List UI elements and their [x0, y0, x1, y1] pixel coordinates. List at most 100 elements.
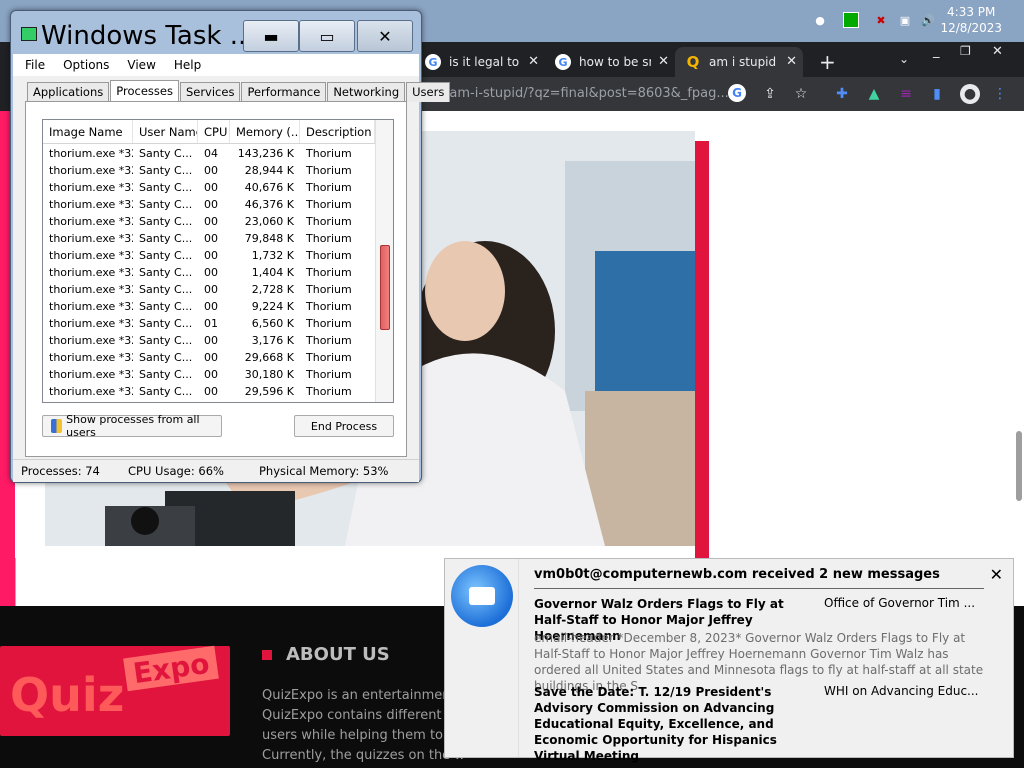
- google-lens-icon[interactable]: G: [728, 84, 746, 102]
- cell-memory: 2,728 K: [251, 283, 294, 296]
- cell-memory: 6,560 K: [251, 317, 294, 330]
- column-cpu[interactable]: CPU: [198, 120, 230, 143]
- table-row[interactable]: thorium.exe *32 Santy C... 00 40,676 K Thori…: [43, 179, 375, 196]
- column-image-name[interactable]: Image Name: [43, 120, 133, 143]
- table-row[interactable]: thorium.exe *32 Santy C... 00 29,668 K Thori…: [43, 349, 375, 366]
- cell-image-name: thorium.exe *32: [49, 300, 133, 313]
- status-bar: Processes: 74 CPU Usage: 66% Physical Me…: [13, 459, 419, 481]
- cell-user-name: Santy C...: [139, 232, 193, 245]
- close-tab-icon[interactable]: ✕: [786, 54, 797, 69]
- menu-bar: File Options View Help: [13, 54, 419, 76]
- cell-image-name: thorium.exe *32: [49, 283, 133, 296]
- cell-user-name: Santy C...: [139, 317, 193, 330]
- network-icon[interactable]: ▣: [897, 12, 913, 28]
- about-heading: ABOUT US: [262, 644, 390, 665]
- cell-image-name: thorium.exe *32: [49, 385, 133, 398]
- menu-icon[interactable]: ⋮: [990, 84, 1010, 104]
- cell-cpu: 00: [204, 164, 218, 177]
- table-row[interactable]: thorium.exe *32 Santy C... 00 1,404 K Thoriu…: [43, 264, 375, 281]
- browser-tab[interactable]: G is it legal to r ✕: [415, 47, 545, 77]
- thunderbird-notification[interactable]: vm0b0t@computernewb.com received 2 new m…: [444, 558, 1014, 763]
- address-bar[interactable]: lity/am-i-stupid/?qz=final&post=8603&_fp…: [415, 81, 735, 107]
- volume-icon[interactable]: 🔊: [920, 12, 936, 28]
- cell-user-name: Santy C...: [139, 164, 193, 177]
- cell-description: Thorium: [306, 164, 352, 177]
- extension-icon[interactable]: ✚: [832, 84, 852, 104]
- restore-icon[interactable]: ❐: [960, 44, 971, 58]
- menu-file[interactable]: File: [13, 58, 51, 72]
- show-all-processes-button[interactable]: Show processes from all users: [42, 413, 222, 439]
- dot-icon[interactable]: ●: [812, 12, 828, 28]
- table-row[interactable]: thorium.exe *32 Santy C... 00 28,944 K Thori…: [43, 162, 375, 179]
- task-manager-window: Windows Task ... ▬ ▭ ✕ File Options View…: [10, 10, 451, 483]
- close-tab-icon[interactable]: ✕: [528, 54, 539, 69]
- menu-help[interactable]: Help: [162, 58, 207, 72]
- monitor-icon[interactable]: [843, 12, 859, 28]
- end-process-button[interactable]: End Process: [294, 415, 394, 437]
- browser-tab[interactable]: G how to be sm ✕: [545, 47, 675, 77]
- tab-users[interactable]: Users: [406, 82, 451, 102]
- clock[interactable]: 4:33 PM 12/8/2023: [940, 4, 1002, 36]
- table-row[interactable]: thorium.exe *32 Santy C... 04 143,236 K Thor…: [43, 145, 375, 162]
- cell-description: Thorium: [306, 215, 352, 228]
- cell-description: Thorium: [306, 368, 352, 381]
- column-memory[interactable]: Memory (...: [230, 120, 300, 143]
- network-error-icon[interactable]: ✖: [873, 12, 889, 28]
- tab-search-icon[interactable]: ⌄: [899, 52, 909, 66]
- process-list-scrollbar[interactable]: [375, 120, 393, 402]
- column-user-name[interactable]: User Name: [133, 120, 198, 143]
- table-row[interactable]: thorium.exe *32 Santy C... 00 79,848 K Thori…: [43, 230, 375, 247]
- table-row[interactable]: thorium.exe *32 Santy C... 00 30,180 K Thori…: [43, 366, 375, 383]
- tab-networking[interactable]: Networking: [327, 82, 406, 102]
- cell-memory: 143,236 K: [237, 147, 294, 160]
- table-row[interactable]: thorium.exe *32 Santy C... 00 1,732 K Thoriu…: [43, 247, 375, 264]
- close-tab-icon[interactable]: ✕: [658, 54, 669, 69]
- tab-services[interactable]: Services: [179, 82, 241, 102]
- tab-applications[interactable]: Applications: [27, 82, 110, 102]
- maximize-button[interactable]: ▭: [299, 20, 355, 52]
- table-row[interactable]: thorium.exe *32 Santy C... 00 9,224 K Thoriu…: [43, 298, 375, 315]
- cell-cpu: 00: [204, 266, 218, 279]
- tab-processes[interactable]: Processes: [110, 80, 179, 102]
- close-window-icon[interactable]: ✕: [992, 44, 1003, 59]
- cell-user-name: Santy C...: [139, 266, 193, 279]
- scrollbar-thumb[interactable]: [380, 245, 390, 330]
- cell-cpu: 04: [204, 147, 218, 160]
- divider: [534, 588, 984, 589]
- profile-icon[interactable]: ●: [960, 84, 980, 104]
- column-description[interactable]: Description: [300, 120, 375, 143]
- table-row[interactable]: thorium.exe *32 Santy C... 00 3,176 K Thoriu…: [43, 332, 375, 349]
- table-row[interactable]: thorium.exe *32 Santy C... 00 46,376 K Thori…: [43, 196, 375, 213]
- share-icon[interactable]: ⇪: [760, 84, 780, 104]
- cell-memory: 1,404 K: [251, 266, 294, 279]
- accent-bar: [695, 141, 709, 561]
- table-row[interactable]: thorium.exe *32 Santy C... 00 29,596 K Thori…: [43, 383, 375, 400]
- close-button[interactable]: ✕: [357, 20, 413, 52]
- minimize-button[interactable]: ▬: [243, 20, 299, 52]
- table-row[interactable]: thorium.exe *32 Santy C... 01 6,560 K Thoriu…: [43, 315, 375, 332]
- tab-label: is it legal to r: [449, 55, 521, 69]
- cell-description: Thorium: [306, 232, 352, 245]
- table-row[interactable]: thorium.exe *32 Santy C... 00 23,060 K Thori…: [43, 213, 375, 230]
- browser-tab-active[interactable]: Q am i stupid ✕: [675, 47, 803, 77]
- table-row[interactable]: thorium.exe *32 Santy C... 00 2,728 K Thoriu…: [43, 281, 375, 298]
- close-notification-icon[interactable]: ✕: [990, 565, 1003, 584]
- menu-view[interactable]: View: [115, 58, 161, 72]
- cell-image-name: thorium.exe *32: [49, 147, 133, 160]
- side-panel-icon[interactable]: ▮: [927, 84, 947, 104]
- thunderbird-icon: [451, 565, 513, 627]
- menu-options[interactable]: Options: [51, 58, 115, 72]
- cell-user-name: Santy C...: [139, 368, 193, 381]
- page-scrollbar[interactable]: [1016, 431, 1022, 501]
- cell-user-name: Santy C...: [139, 351, 193, 364]
- tab-performance[interactable]: Performance: [241, 82, 327, 102]
- minimize-icon[interactable]: _: [933, 44, 940, 59]
- reading-list-icon[interactable]: ≡: [896, 84, 916, 104]
- cell-memory: 46,376 K: [244, 198, 294, 211]
- cell-description: Thorium: [306, 317, 352, 330]
- quizexpo-logo[interactable]: Quiz Expo: [0, 645, 230, 736]
- flask-icon[interactable]: ▲: [864, 84, 884, 104]
- bookmark-icon[interactable]: ☆: [791, 84, 811, 104]
- message-subject[interactable]: Save the Date: T. 12/19 President's Advi…: [534, 684, 819, 764]
- new-tab-button[interactable]: +: [819, 50, 836, 74]
